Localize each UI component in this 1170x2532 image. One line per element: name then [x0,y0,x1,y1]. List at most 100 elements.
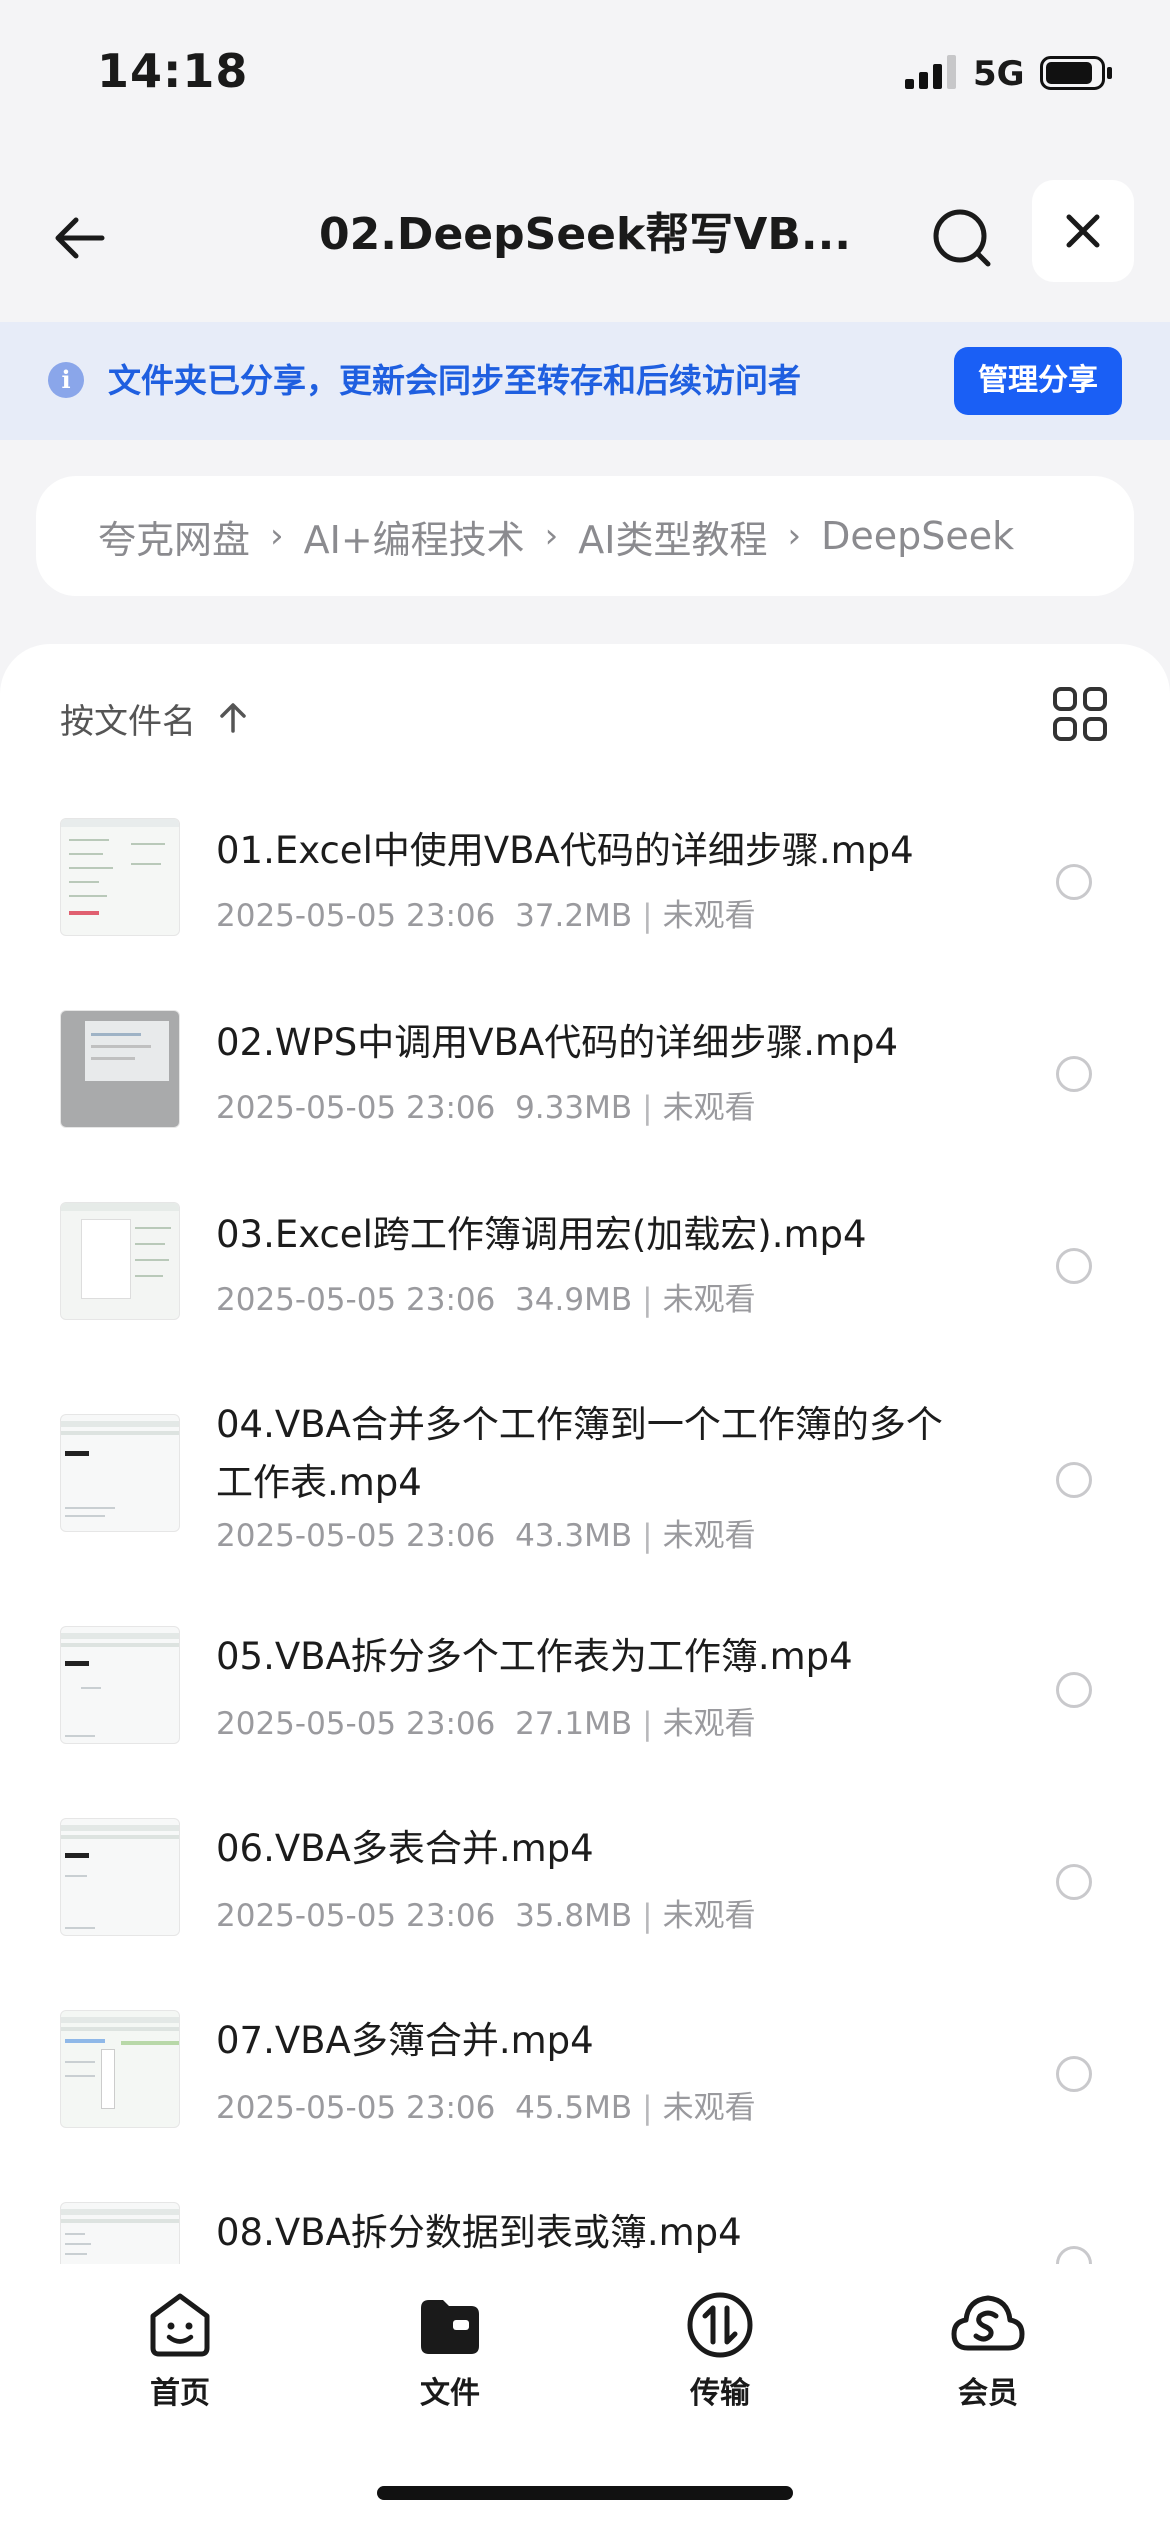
select-radio[interactable] [1056,2056,1092,2092]
file-size: 27.1MB [515,1706,633,1742]
file-size: 9.33MB [515,1090,633,1126]
cloud-member-icon [951,2295,1025,2351]
smile-home-icon [150,2293,210,2357]
select-radio[interactable] [1056,1672,1092,1708]
list-item[interactable]: 03.Excel跨工作簿调用宏(加载宏).mp4 2025-05-05 23:0… [0,1178,1170,1370]
watch-status: 未观看 [662,898,756,934]
select-radio[interactable] [1056,2246,1092,2264]
file-name: 01.Excel中使用VBA代码的详细步骤.mp4 [216,829,914,872]
sort-label: 按文件名 [60,701,196,742]
file-name: 08.VBA拆分数据到表或簿.mp4 [216,2211,742,2254]
list-item[interactable]: 05.VBA拆分多个工作表为工作簿.mp4 2025-05-05 23:06 2… [0,1604,1170,1796]
file-name: 02.WPS中调用VBA代码的详细步骤.mp4 [216,1021,899,1064]
share-notice-text: 文件夹已分享，更新会同步至转存和后续访问者 [108,361,801,400]
file-list: 01.Excel中使用VBA代码的详细步骤.mp4 2025-05-05 23:… [0,794,1170,2264]
file-meta: 2025-05-05 23:06 37.2MB | 未观看 [216,898,756,934]
file-size: 45.5MB [515,2090,633,2126]
network-label: 5G [973,54,1025,94]
share-banner: i 文件夹已分享，更新会同步至转存和后续访问者 管理分享 [0,322,1170,440]
breadcrumb-item-deepseek[interactable]: DeepSeek [821,514,1014,558]
sort-control[interactable]: 按文件名 [60,690,250,746]
select-radio[interactable] [1056,1056,1092,1092]
file-date: 2025-05-05 23:06 [216,1706,496,1742]
chevron-right-icon: › [544,516,559,556]
file-size: 35.8MB [515,1898,633,1934]
battery-icon [1040,56,1112,90]
folder-icon [421,2300,479,2354]
back-button[interactable] [40,198,120,278]
list-item[interactable]: 07.VBA多簿合并.mp4 2025-05-05 23:06 45.5MB | 未… [0,1988,1170,2180]
file-date: 2025-05-05 23:06 [216,2090,496,2126]
list-item[interactable]: 01.Excel中使用VBA代码的详细步骤.mp4 2025-05-05 23:… [0,794,1170,986]
video-thumbnail [60,1010,180,1128]
chevron-right-icon: › [270,516,284,556]
file-name: 06.VBA多表合并.mp4 [216,1827,594,1870]
grid-view-icon[interactable] [1050,684,1110,744]
select-radio[interactable] [1056,1864,1092,1900]
video-thumbnail [60,818,180,936]
home-indicator [377,2486,793,2500]
select-radio[interactable] [1056,864,1092,900]
watch-status: 未观看 [662,1090,756,1126]
list-item[interactable]: 02.WPS中调用VBA代码的详细步骤.mp4 2025-05-05 23:06… [0,986,1170,1178]
file-date: 2025-05-05 23:06 [216,1282,496,1318]
search-button[interactable] [922,198,1002,278]
list-item[interactable]: 04.VBA合并多个工作簿到一个工作簿的多个工作表.mp4 2025-05-05… [0,1370,1170,1604]
tab-files[interactable]: 文件 [350,2290,550,2412]
tab-home[interactable]: 首页 [80,2290,280,2412]
file-name: 05.VBA拆分多个工作表为工作簿.mp4 [216,1635,853,1678]
file-date: 2025-05-05 23:06 [216,898,496,934]
file-meta: 2025-05-05 23:06 43.3MB | 未观看 [216,1518,756,1554]
arrow-up-icon [220,703,246,733]
file-date: 2025-05-05 23:06 [216,1090,496,1126]
video-thumbnail [60,1202,180,1320]
file-meta: 2025-05-05 23:06 27.1MB | 未观看 [216,1706,756,1742]
watch-status: 未观看 [662,1282,756,1318]
breadcrumb-item-ai-programming[interactable]: AI+编程技术 [304,509,525,564]
video-thumbnail [60,1414,180,1532]
file-meta: 2025-05-05 23:06 45.5MB | 未观看 [216,2090,756,2126]
page-title: 02.DeepSeek帮写VB... [318,209,852,260]
file-date: 2025-05-05 23:06 [216,1898,496,1934]
select-radio[interactable] [1056,1248,1092,1284]
breadcrumb-fade [1074,476,1134,596]
transfer-icon [687,2292,753,2358]
watch-status: 未观看 [662,2090,756,2126]
file-date: 2025-05-05 23:06 [216,1518,496,1554]
chevron-right-icon: › [787,516,802,556]
breadcrumb: 夸克网盘 › AI+编程技术 › AI类型教程 › DeepSeek [36,476,1134,596]
manage-share-button[interactable]: 管理分享 [954,347,1122,415]
tab-label: 传输 [690,2376,750,2411]
watch-status: 未观看 [662,1898,756,1934]
status-time: 14:18 [97,44,249,98]
file-name: 07.VBA多簿合并.mp4 [216,2019,594,2062]
breadcrumb-item-root[interactable]: 夸克网盘 [98,509,250,564]
file-meta: 2025-05-05 23:06 34.9MB | 未观看 [216,1282,756,1318]
file-name: 04.VBA合并多个工作簿到一个工作簿的多个工作表.mp4 [216,1403,943,1504]
file-meta: 2025-05-05 23:06 35.8MB | 未观看 [216,1898,756,1934]
tab-label: 文件 [420,2376,480,2411]
list-item[interactable]: 08.VBA拆分数据到表或簿.mp4 [0,2180,1170,2264]
close-icon [1066,214,1100,248]
file-list-panel: 按文件名 01.Excel中使用VBA代码的详细步骤.mp4 2025-05-0… [0,644,1170,2532]
signal-icon [905,55,956,89]
select-radio[interactable] [1056,1462,1092,1498]
tab-label: 会员 [958,2376,1018,2411]
watch-status: 未观看 [662,1706,756,1742]
tab-member[interactable]: 会员 [888,2290,1088,2412]
search-icon [933,209,991,267]
file-size: 37.2MB [515,898,633,934]
status-bar: 14:18 5G [0,0,1170,150]
list-item[interactable]: 06.VBA多表合并.mp4 2025-05-05 23:06 35.8MB | 未… [0,1796,1170,1988]
arrow-left-icon [55,217,105,259]
video-thumbnail [60,1818,180,1936]
tab-transfer[interactable]: 传输 [620,2290,820,2412]
file-size: 43.3MB [515,1518,633,1554]
close-button[interactable] [1032,180,1134,282]
video-thumbnail [60,1626,180,1744]
breadcrumb-item-ai-tutorials[interactable]: AI类型教程 [578,509,767,564]
nav-bar: 02.DeepSeek帮写VB... [0,170,1170,300]
file-size: 34.9MB [515,1282,633,1318]
video-thumbnail [60,2202,180,2264]
video-thumbnail [60,2010,180,2128]
